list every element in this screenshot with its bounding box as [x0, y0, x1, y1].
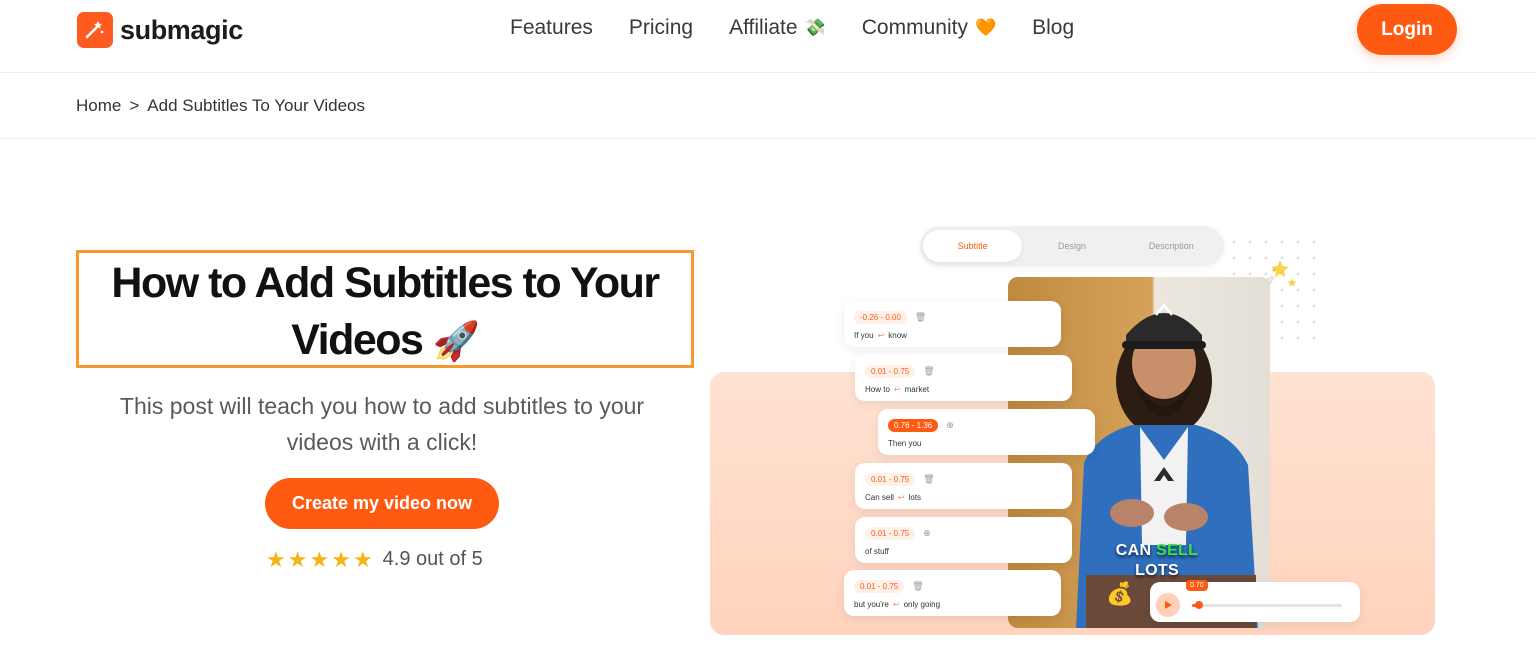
subtitle-text: Then you — [888, 439, 1085, 448]
nav-community[interactable]: Community 🧡 — [862, 16, 996, 40]
subtitle-line-2: videos with a click! — [286, 429, 478, 455]
subtitle-word: know — [888, 331, 907, 340]
add-circle-icon[interactable]: ⊕ — [923, 528, 931, 539]
subtitle-word: but you're — [854, 600, 889, 609]
play-icon — [1165, 601, 1172, 609]
main-nav: Features Pricing Affiliate 💸 Community 🧡 B… — [510, 16, 1110, 40]
add-circle-icon[interactable]: ⊕ — [946, 420, 954, 431]
caption-word-sell: SELL — [1156, 542, 1199, 559]
subtitle-card[interactable]: 0.01 - 0.75 🗑 Can sell ↩ lots — [855, 463, 1072, 509]
subtitle-word: How to — [865, 385, 890, 394]
subtitle-word: Then you — [888, 439, 922, 448]
login-button[interactable]: Login — [1357, 4, 1457, 55]
nav-blog-label: Blog — [1032, 16, 1075, 39]
subtitle-line-1: This post will teach you how to add subt… — [119, 393, 645, 419]
nav-pricing-label: Pricing — [628, 16, 694, 39]
subtitle-text: of stuff — [865, 547, 1062, 556]
trash-icon[interactable]: 🗑 — [923, 474, 934, 485]
subtitle-text: Can sell ↩ lots — [865, 493, 1062, 502]
time-chip: -0.26 - 0.00 — [854, 310, 907, 324]
nav-affiliate-label: Affiliate — [729, 16, 798, 39]
title-line-1: How to Add Subtitles to Your — [111, 259, 660, 307]
money-bag-icon: 💰 — [1106, 581, 1134, 606]
nav-community-label: Community — [861, 16, 968, 39]
subtitle-text: but you're ↩ only going — [854, 600, 1051, 609]
star-icon: ★ — [309, 546, 330, 572]
star-icon: ★ — [352, 546, 373, 572]
return-arrow-icon: ↩ — [893, 385, 901, 394]
video-player-controls: 0.70 — [1150, 580, 1360, 622]
time-chip: 0.01 - 0.75 — [854, 579, 905, 593]
brand-logo[interactable]: submagic — [77, 12, 243, 48]
nav-blog[interactable]: Blog — [1032, 16, 1074, 40]
playhead-time: 0.70 — [1186, 580, 1208, 591]
tab-subtitle[interactable]: Subtitle — [923, 230, 1023, 262]
hero-subtitle: This post will teach you how to add subt… — [76, 388, 688, 460]
time-chip: 0.01 - 0.75 — [865, 364, 916, 378]
nav-affiliate[interactable]: Affiliate 💸 — [729, 16, 826, 40]
caption-word-lots: LOTS — [1135, 562, 1179, 579]
subtitle-card[interactable]: 0.01 - 0.75 ⊕ of stuff — [855, 517, 1072, 563]
rating-text: 4.9 out of 5 — [382, 548, 483, 570]
nav-features[interactable]: Features — [510, 16, 593, 40]
breadcrumb-home[interactable]: Home — [76, 96, 121, 116]
subtitle-word: lots — [908, 493, 922, 502]
brand-name: submagic — [120, 14, 243, 45]
play-button[interactable] — [1156, 593, 1180, 617]
tab-design[interactable]: Design — [1022, 230, 1121, 262]
site-header: submagic Features Pricing Affiliate 💸 Com… — [0, 0, 1536, 73]
subtitle-word: only going — [903, 600, 941, 609]
star-icon: ★ — [266, 546, 286, 572]
subtitle-text: How to ↩ market — [865, 385, 1062, 394]
rating: ★ ★ ★ ★ ★ 4.9 out of 5 — [266, 548, 483, 571]
submagic-logo-icon — [77, 12, 113, 48]
subtitle-word: Can sell — [865, 493, 894, 502]
star-rating: ★ ★ ★ ★ ★ — [266, 546, 373, 572]
subtitle-card[interactable]: 0.76 - 1.36 ⊕ Then you — [878, 409, 1095, 455]
breadcrumb-current: Add Subtitles To Your Videos — [147, 96, 366, 115]
caption-word-can: CAN — [1115, 542, 1152, 559]
timeline-track[interactable] — [1192, 601, 1342, 609]
create-video-button[interactable]: Create my video now — [265, 478, 499, 529]
subtitle-text: If you ↩ know — [854, 331, 1051, 340]
subtitle-card[interactable]: 0.01 - 0.75 🗑 How to ↩ market — [855, 355, 1072, 401]
money-with-wings-icon: 💸 — [804, 18, 826, 37]
subtitle-word: market — [904, 385, 930, 394]
page-title: How to Add Subtitles to Your Videos 🚀 — [79, 253, 691, 371]
editor-tabs: Subtitle Design Description — [920, 226, 1224, 266]
trash-icon[interactable]: 🗑 — [923, 366, 934, 377]
return-arrow-icon: ↩ — [877, 331, 885, 340]
time-chip: 0.01 - 0.75 — [865, 472, 916, 486]
star-icon: ★ — [331, 546, 351, 572]
video-caption: CAN SELL LOTS — [1092, 541, 1222, 581]
title-line-2: Videos — [291, 316, 424, 364]
trash-icon[interactable]: 🗑 — [915, 312, 926, 323]
nav-features-label: Features — [510, 16, 593, 39]
star-icon: ★ — [287, 546, 308, 572]
return-arrow-icon: ↩ — [892, 600, 900, 609]
time-chip: 0.01 - 0.75 — [865, 526, 916, 540]
subtitle-card[interactable]: -0.26 - 0.00 🗑 If you ↩ know — [844, 301, 1061, 347]
time-chip-active: 0.76 - 1.36 — [888, 418, 939, 432]
breadcrumb: Home > Add Subtitles To Your Videos — [76, 96, 365, 116]
subtitle-word: If you — [854, 331, 874, 340]
tab-description[interactable]: Description — [1122, 230, 1221, 262]
hero-title-box: How to Add Subtitles to Your Videos 🚀 — [76, 250, 694, 368]
subtitle-word: of stuff — [865, 547, 889, 556]
breadcrumb-separator: > — [129, 96, 140, 115]
trash-icon[interactable]: 🗑 — [912, 581, 923, 592]
rocket-icon: 🚀 — [432, 321, 480, 363]
return-arrow-icon: ↩ — [897, 493, 905, 502]
nav-pricing[interactable]: Pricing — [629, 16, 693, 40]
breadcrumb-divider — [0, 138, 1536, 139]
timeline-knob[interactable] — [1194, 601, 1203, 609]
subtitle-card[interactable]: 0.01 - 0.75 🗑 but you're ↩ only going — [844, 570, 1061, 616]
orange-heart-icon: 🧡 — [974, 18, 997, 37]
